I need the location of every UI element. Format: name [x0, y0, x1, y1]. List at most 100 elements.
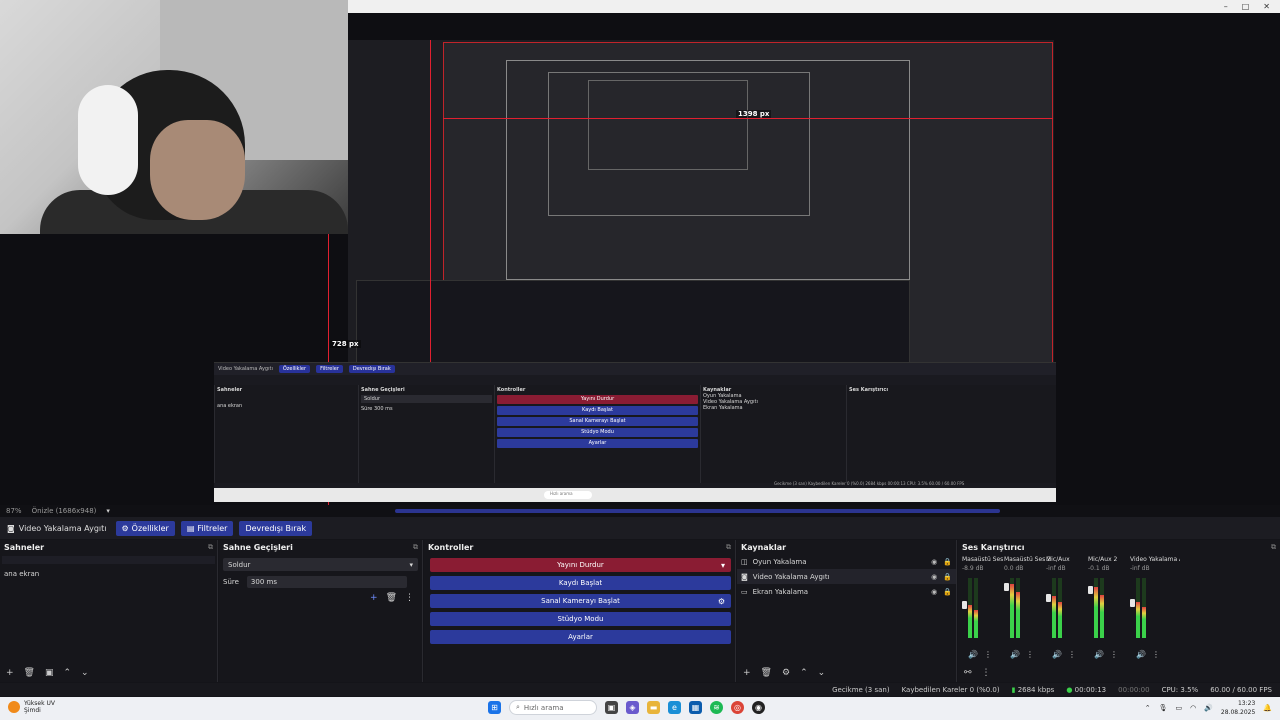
level-meter — [1016, 578, 1020, 638]
more-icon[interactable]: ⋮ — [1068, 650, 1076, 659]
scene-item[interactable]: ana ekran — [0, 566, 217, 581]
preview-scrollbar[interactable] — [395, 509, 1000, 513]
duration-input[interactable]: 300 ms — [246, 576, 407, 588]
lock-icon[interactable]: 🔒 — [943, 558, 952, 566]
eye-icon[interactable]: ◉ — [931, 573, 937, 581]
preview-canvas[interactable]: 1398 px — [348, 40, 1054, 376]
virtual-camera-button[interactable]: Sanal Kamerayı Başlat ⚙ — [430, 594, 731, 608]
mute-icon[interactable]: 🔊 — [1010, 650, 1020, 659]
add-icon[interactable]: + — [743, 668, 751, 678]
transitions-title: Sahne Geçişleri — [223, 542, 293, 552]
more-icon[interactable]: ⋮ — [1110, 650, 1118, 659]
duration-label: Süre — [223, 578, 239, 586]
mute-icon[interactable]: 🔊 — [968, 650, 978, 659]
mute-icon[interactable]: 🔊 — [1136, 650, 1146, 659]
notification-icon[interactable]: 🔔 — [1263, 704, 1272, 712]
volume-slider[interactable] — [1130, 598, 1135, 607]
more-icon[interactable]: ⋮ — [1152, 650, 1160, 659]
level-meter — [968, 578, 972, 638]
eye-icon[interactable]: ◉ — [931, 588, 937, 596]
volume-slider[interactable] — [1004, 583, 1009, 592]
deactivate-button[interactable]: Devredışı Bırak — [239, 520, 313, 536]
windows-start-icon[interactable]: ⊞ — [488, 701, 501, 714]
gear-icon: ⚙ — [121, 523, 129, 533]
status-bar: Gecikme (3 san) Kaybedilen Kareler 0 (%0… — [0, 683, 1280, 696]
add-icon[interactable]: + — [6, 668, 14, 678]
settings-button[interactable]: Ayarlar — [430, 630, 731, 644]
down-icon[interactable]: ⌄ — [81, 668, 89, 678]
filter-icon[interactable]: ▣ — [45, 668, 54, 678]
channel-name: Video Yakalama Ay — [1130, 556, 1180, 563]
gear-icon[interactable]: ⚙ — [718, 597, 725, 606]
preview-area[interactable]: 1398 px 728 px Video Yakalama Aygıtı Öze… — [0, 0, 1280, 505]
wifi-icon[interactable]: ◠ — [1190, 704, 1196, 712]
popout-icon[interactable]: ⧉ — [726, 543, 731, 552]
copilot-icon[interactable]: ◈ — [626, 701, 639, 714]
gear-icon[interactable]: ⚙ — [782, 668, 790, 678]
stop-stream-button[interactable]: Yayını Durdur ▾ — [430, 558, 731, 572]
maximize-button[interactable]: □ — [1242, 2, 1250, 11]
volume-icon[interactable]: 🔊 — [1204, 704, 1213, 712]
mute-icon[interactable]: 🔊 — [1094, 650, 1104, 659]
zoom-level[interactable]: 87% — [6, 507, 22, 515]
level-meter — [1058, 578, 1062, 638]
popout-icon[interactable]: ⧉ — [413, 543, 418, 552]
task-view-icon[interactable]: ▣ — [605, 701, 618, 714]
more-icon[interactable]: ⋮ — [982, 668, 991, 678]
mute-icon[interactable]: 🔊 — [1052, 650, 1062, 659]
source-item[interactable]: ▭ Ekran Yakalama ◉ 🔒 — [737, 584, 956, 599]
level-meter — [974, 578, 978, 638]
sun-icon — [8, 701, 20, 713]
volume-slider[interactable] — [962, 601, 967, 610]
up-icon[interactable]: ⌃ — [64, 668, 72, 678]
transitions-dock: Sahne Geçişleri ⧉ Soldur ▾ Süre 300 ms + … — [219, 540, 423, 682]
trash-icon[interactable]: 🗑 — [386, 593, 397, 603]
chevron-down-icon[interactable]: ▾ — [721, 561, 725, 570]
add-icon[interactable]: + — [370, 593, 378, 603]
popout-icon[interactable]: ⧉ — [208, 543, 213, 552]
popout-icon[interactable]: ⧉ — [1271, 543, 1276, 552]
volume-slider[interactable] — [1088, 585, 1093, 594]
filters-button[interactable]: ▤ Filtreler — [180, 520, 234, 536]
source-toolbar: ◙ Video Yakalama Aygıtı ⚙ Özellikler ▤ F… — [0, 517, 1280, 539]
trash-icon[interactable]: 🗑 — [761, 668, 772, 678]
up-icon[interactable]: ⌃ — [800, 668, 808, 678]
camera-icon: ◙ — [741, 572, 748, 581]
edge-icon[interactable]: e — [668, 701, 681, 714]
minimize-button[interactable]: – — [1224, 2, 1228, 11]
volume-slider[interactable] — [1046, 593, 1051, 602]
channel-db: -inf dB — [1130, 565, 1150, 572]
down-icon[interactable]: ⌄ — [818, 668, 826, 678]
source-item[interactable]: ◫ Oyun Yakalama ◉ 🔒 — [737, 554, 956, 569]
obs-icon[interactable]: ◉ — [752, 701, 765, 714]
folder-icon[interactable]: ▬ — [647, 701, 660, 714]
studio-mode-button[interactable]: Stüdyo Modu — [430, 612, 731, 626]
chevron-up-icon[interactable]: ⌃ — [1145, 704, 1151, 712]
spotify-icon[interactable]: ≋ — [710, 701, 723, 714]
properties-button[interactable]: ⚙ Özellikler — [115, 520, 175, 536]
source-item[interactable]: ◙ Video Yakalama Aygıtı ◉ 🔒 — [737, 569, 956, 584]
chevron-down-icon[interactable]: ▾ — [106, 507, 110, 515]
display-icon[interactable]: ▭ — [1175, 704, 1182, 712]
close-button[interactable]: ✕ — [1263, 2, 1270, 11]
eye-icon[interactable]: ◉ — [931, 558, 937, 566]
windows-taskbar: Yüksek UV Şimdi ⊞ ⌕ Hızlı arama ▣ ◈ ▬ e … — [0, 697, 1280, 720]
lock-icon[interactable]: 🔒 — [943, 588, 952, 596]
transition-select[interactable]: Soldur ▾ — [223, 558, 418, 571]
link-icon[interactable]: ⚯ — [964, 668, 972, 678]
level-meter — [1100, 578, 1104, 638]
canvas-size: Önizle (1686x948) — [31, 507, 97, 515]
more-icon[interactable]: ⋮ — [1026, 650, 1034, 659]
lock-icon[interactable]: 🔒 — [943, 573, 952, 581]
more-icon[interactable]: ⋮ — [984, 650, 992, 659]
store-icon[interactable]: ▦ — [689, 701, 702, 714]
trash-icon[interactable]: 🗑 — [24, 668, 35, 678]
chrome-icon[interactable]: ◎ — [731, 701, 744, 714]
microphone-icon[interactable]: 🎙 — [1159, 704, 1168, 712]
weather-widget[interactable]: Yüksek UV Şimdi — [8, 700, 55, 714]
clock[interactable]: 13:23 28.08.2025 — [1221, 699, 1255, 717]
more-icon[interactable]: ⋮ — [405, 593, 414, 603]
start-record-button[interactable]: Kaydı Başlat — [430, 576, 731, 590]
taskbar-search[interactable]: ⌕ Hızlı arama — [509, 700, 597, 715]
scenes-title: Sahneler — [4, 542, 45, 552]
